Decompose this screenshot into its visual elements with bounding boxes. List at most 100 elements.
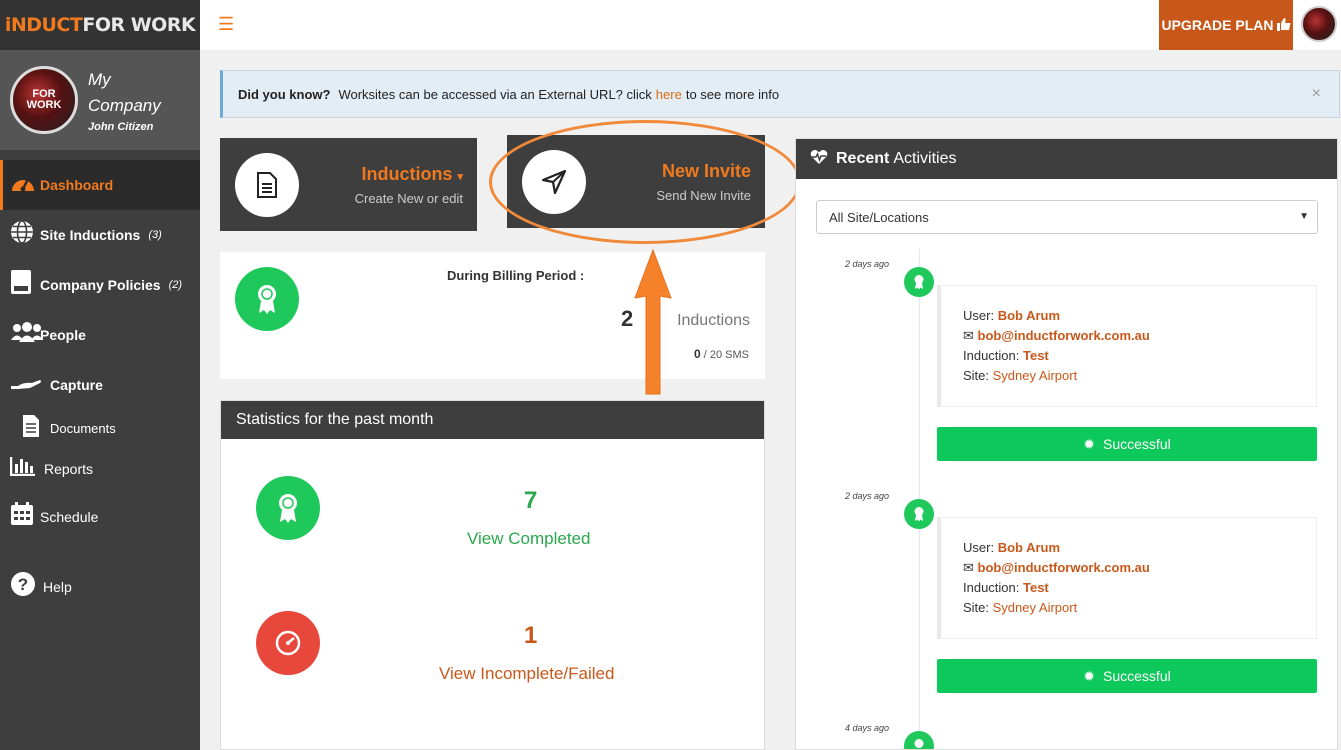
banner-text-before: Worksites can be accessed via an Externa… xyxy=(338,86,652,102)
activity-time: 2 days ago xyxy=(845,491,890,501)
sidebar-item-reports[interactable]: Reports xyxy=(0,446,200,492)
sidebar: iNDUCTFOR WORK FOR WORK My Company John C… xyxy=(0,0,200,750)
completed-count: 7 xyxy=(524,487,538,514)
profile-panel: FOR WORK My Company John Citizen xyxy=(0,50,200,150)
sidebar-item-label: Reports xyxy=(44,461,94,477)
chevron-down-icon: ▼ xyxy=(1299,211,1309,222)
inductions-tile-subtitle: Create New or edit xyxy=(354,190,463,206)
billing-unit-label: Inductions xyxy=(677,312,750,329)
bar-chart-icon xyxy=(9,456,44,482)
help-icon: ? xyxy=(10,571,43,603)
sidebar-item-documents[interactable]: Documents xyxy=(0,410,200,446)
menu-toggle-icon[interactable]: ☰ xyxy=(218,14,234,35)
activity-induction[interactable]: Test xyxy=(1023,580,1049,595)
view-completed-link[interactable]: View Completed xyxy=(467,529,590,549)
sidebar-item-label: Help xyxy=(43,579,72,595)
award-icon xyxy=(904,731,934,749)
svg-text:?: ? xyxy=(18,575,28,594)
sidebar-item-capture[interactable]: Capture xyxy=(0,360,200,410)
sms-total: / 20 SMS xyxy=(703,349,749,361)
sidebar-item-label: Site Inductions xyxy=(40,227,141,243)
banner-here-link[interactable]: here xyxy=(656,87,682,102)
award-icon xyxy=(235,267,299,331)
upgrade-plan-label: UPGRADE PLAN xyxy=(1161,17,1274,33)
activity-email[interactable]: bob@inductforwork.com.au xyxy=(978,560,1150,575)
statistics-panel: Statistics for the past month 7 View Com… xyxy=(220,400,765,750)
recent-activities-panel: Recent Activities All Site/Locations ▼ 2… xyxy=(795,138,1338,750)
banner-text-after: to see more info xyxy=(685,86,780,102)
book-icon xyxy=(10,269,40,301)
site-location-select-value: All Site/Locations xyxy=(829,210,929,225)
send-arrow-icon xyxy=(522,149,586,214)
calendar-icon xyxy=(10,502,40,532)
billing-panel: During Billing Period : 2 Inductions 0 /… xyxy=(220,252,765,379)
sidebar-item-count: (2) xyxy=(168,279,183,291)
sidebar-nav: Dashboard Site Inductions (3) Company Po… xyxy=(0,160,200,612)
activity-site[interactable]: Sydney Airport xyxy=(993,368,1078,383)
new-invite-tile[interactable]: New Invite Send New Invite xyxy=(507,135,765,228)
inductions-tile[interactable]: Inductions ▾ Create New or edit xyxy=(220,138,477,231)
site-label: Site: xyxy=(963,368,990,383)
sidebar-item-count: (3) xyxy=(148,229,162,241)
new-invite-tile-subtitle: Send New Invite xyxy=(656,187,751,203)
logo-part-forwork: FOR WORK xyxy=(82,14,196,36)
activity-card: User: Bob Arum ✉ bob@inductforwork.com.a… xyxy=(937,285,1317,407)
close-icon[interactable]: × xyxy=(1312,85,1321,103)
sidebar-item-site-inductions[interactable]: Site Inductions (3) xyxy=(0,210,200,260)
site-location-select[interactable]: All Site/Locations ▼ xyxy=(816,200,1318,234)
envelope-icon: ✉ xyxy=(963,328,974,343)
caret-down-icon: ▾ xyxy=(457,170,463,183)
activity-user[interactable]: Bob Arum xyxy=(998,540,1060,555)
logo-part-induct: iNDUCT xyxy=(4,14,83,36)
document-icon xyxy=(235,152,299,217)
billing-induction-count: 2 xyxy=(621,306,634,331)
site-label: Site: xyxy=(963,600,990,615)
status-successful-button[interactable]: ✹ Successful xyxy=(937,659,1317,693)
award-icon xyxy=(904,499,934,529)
activity-user[interactable]: Bob Arum xyxy=(998,308,1060,323)
user-name: John Citizen xyxy=(88,121,154,133)
sidebar-item-label: Documents xyxy=(50,420,116,436)
inductions-tile-title: Inductions xyxy=(361,163,453,184)
envelope-icon: ✉ xyxy=(963,560,974,575)
billing-period-label: During Billing Period : xyxy=(447,268,585,283)
people-icon xyxy=(10,321,43,349)
sms-usage: 0 / 20 SMS xyxy=(694,347,749,361)
sidebar-item-schedule[interactable]: Schedule xyxy=(0,492,200,542)
induction-label: Induction: xyxy=(963,348,1020,363)
activity-time: 4 days ago xyxy=(845,723,890,733)
thumbs-up-icon xyxy=(1276,17,1291,34)
award-icon xyxy=(256,476,320,540)
info-banner: Did you know? Worksites can be accessed … xyxy=(220,70,1340,118)
status-label: Successful xyxy=(1103,436,1171,452)
sms-used: 0 xyxy=(694,347,701,361)
induction-label: Induction: xyxy=(963,580,1020,595)
statistics-title: Statistics for the past month xyxy=(221,401,764,439)
sidebar-item-label: People xyxy=(40,327,86,343)
sidebar-item-label: Company Policies xyxy=(40,277,161,293)
activity-site[interactable]: Sydney Airport xyxy=(993,600,1078,615)
sidebar-item-help[interactable]: ? Help xyxy=(0,562,200,612)
user-avatar[interactable] xyxy=(1301,6,1337,42)
company-avatar[interactable]: FOR WORK xyxy=(10,66,78,134)
activity-email[interactable]: bob@inductforwork.com.au xyxy=(978,328,1150,343)
brand-logo[interactable]: iNDUCTFOR WORK xyxy=(0,0,200,50)
upgrade-plan-button[interactable]: UPGRADE PLAN xyxy=(1159,0,1293,50)
gear-icon: ✹ xyxy=(1083,667,1096,684)
sidebar-item-people[interactable]: People xyxy=(0,310,200,360)
activity-induction[interactable]: Test xyxy=(1023,348,1049,363)
view-incomplete-link[interactable]: View Incomplete/Failed xyxy=(439,664,614,684)
top-bar: ☰ UPGRADE PLAN xyxy=(200,0,1341,50)
gear-icon: ✹ xyxy=(1083,435,1096,452)
award-icon xyxy=(904,267,934,297)
status-label: Successful xyxy=(1103,668,1171,684)
dashboard-icon xyxy=(10,171,40,199)
recent-activities-header: Recent Activities xyxy=(796,139,1337,179)
document-icon xyxy=(22,414,50,443)
sidebar-item-label: Dashboard xyxy=(40,177,114,193)
status-successful-button[interactable]: ✹ Successful xyxy=(937,427,1317,461)
sidebar-item-company-policies[interactable]: Company Policies (2) xyxy=(0,260,200,310)
sidebar-item-dashboard[interactable]: Dashboard xyxy=(0,160,200,210)
timer-icon xyxy=(256,611,320,675)
banner-lead: Did you know? xyxy=(238,86,331,102)
